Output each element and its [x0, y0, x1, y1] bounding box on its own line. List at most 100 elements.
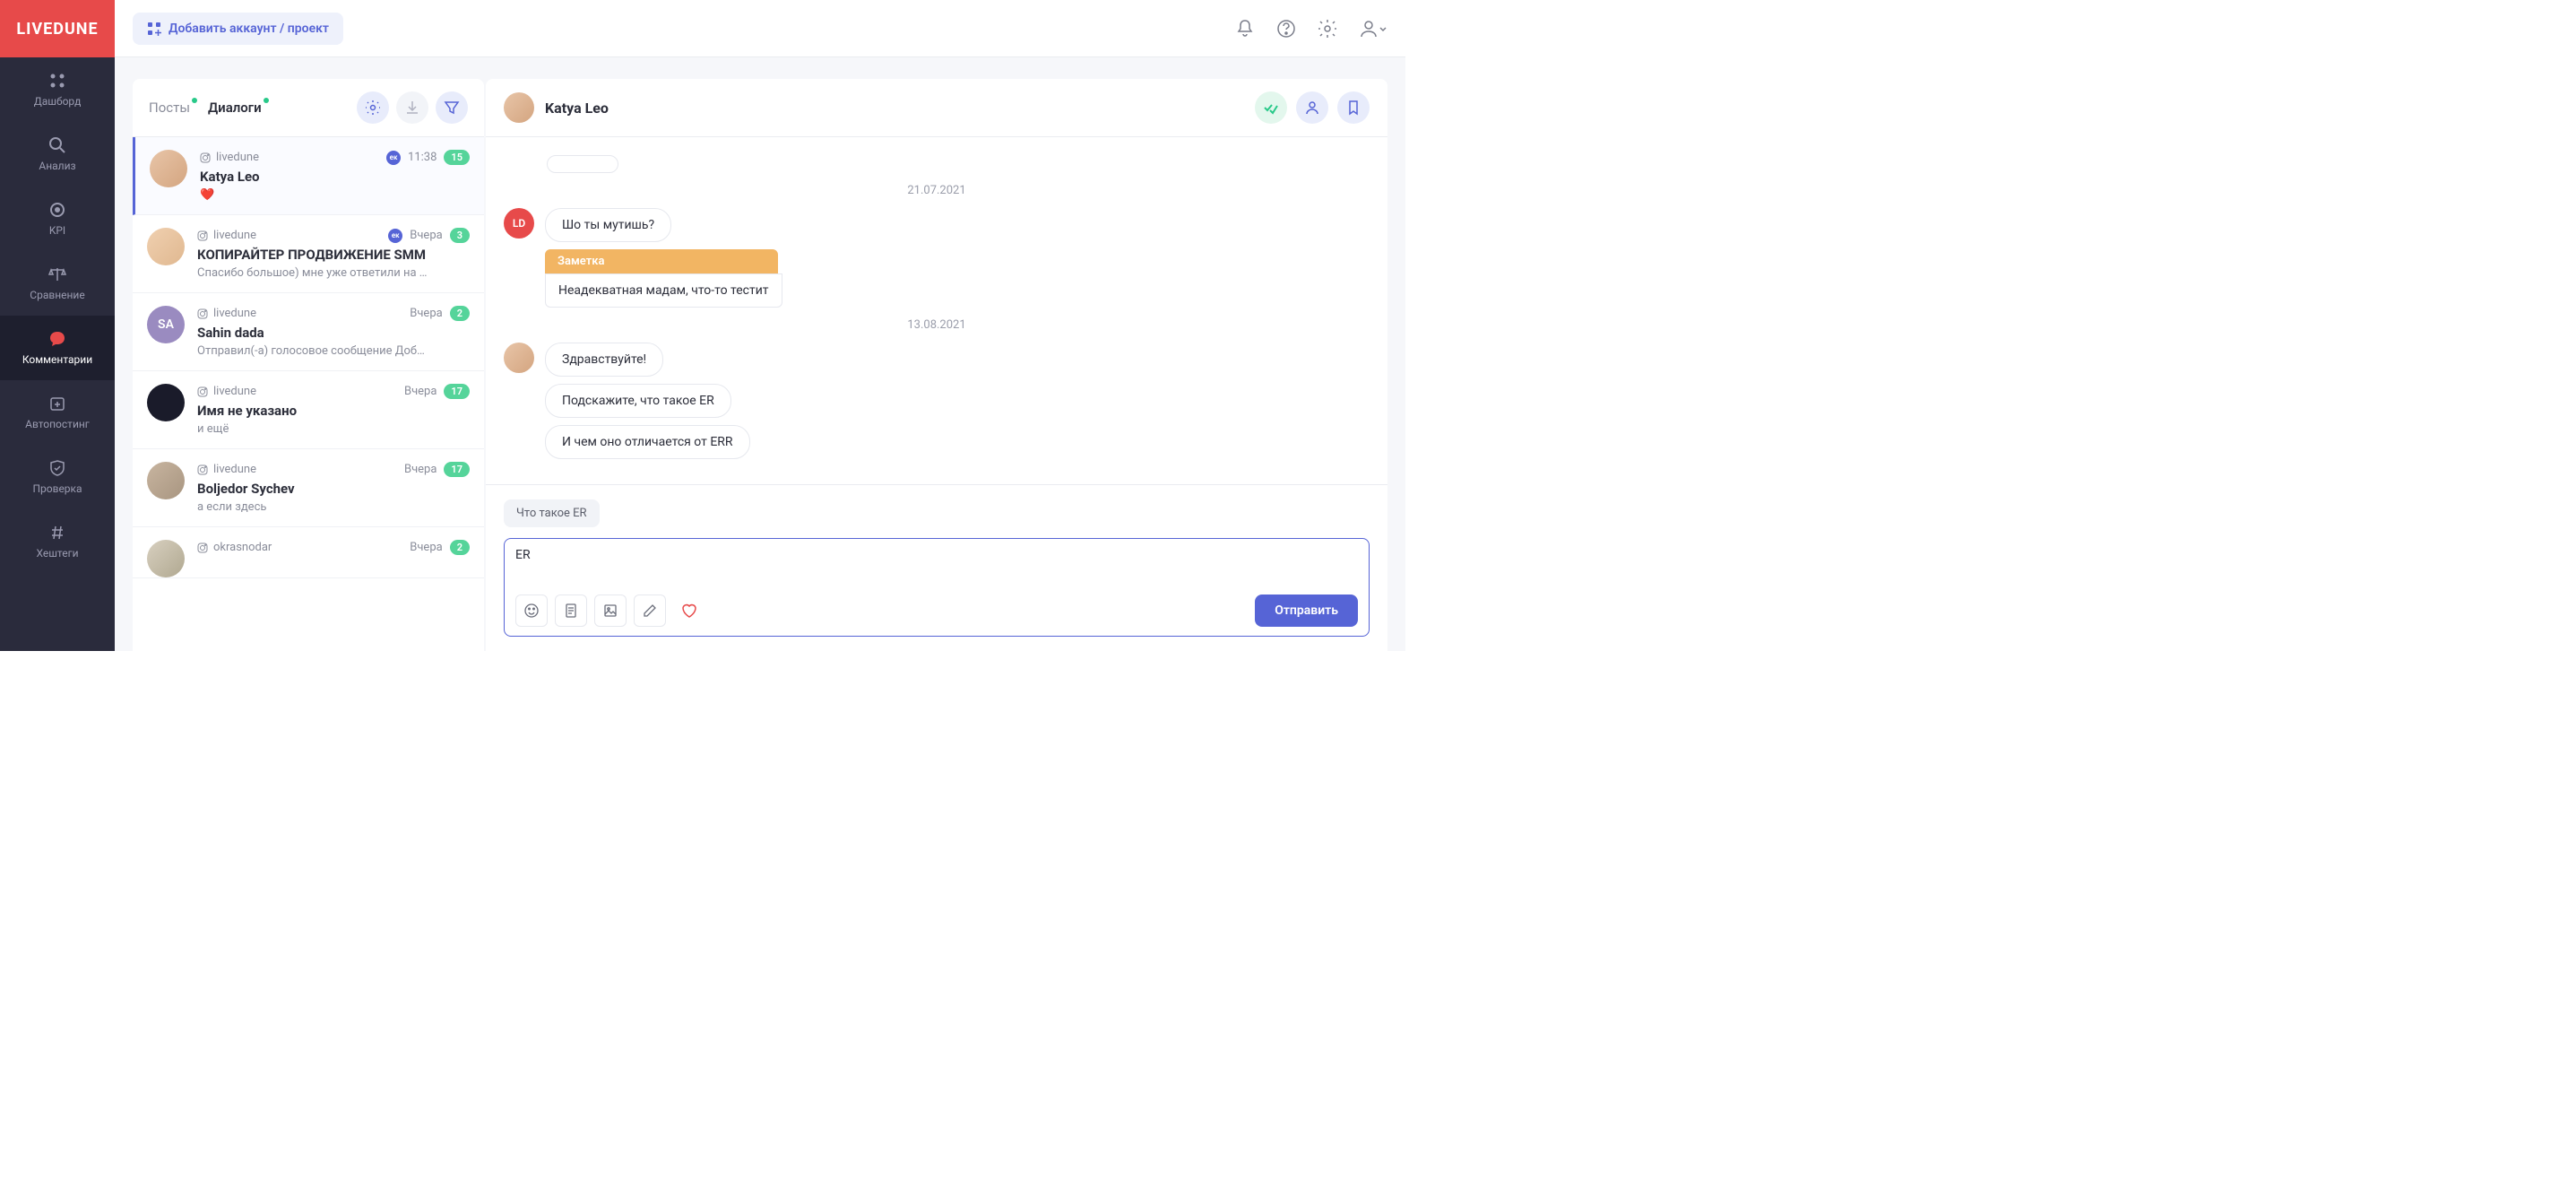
- nav-label: Комментарии: [22, 353, 92, 366]
- nav-autoposting[interactable]: Автопостинг: [0, 380, 115, 445]
- done-icon[interactable]: [1255, 91, 1287, 124]
- dialog-item[interactable]: livedune Вчера 17 Boljedor Sychev а если…: [133, 449, 484, 527]
- unread-count: 15: [444, 150, 470, 165]
- dialog-time: Вчера: [410, 229, 442, 242]
- instagram-icon: [197, 542, 208, 553]
- bookmark-icon[interactable]: [1337, 91, 1370, 124]
- nav-label: Анализ: [39, 160, 75, 172]
- heart-icon[interactable]: [673, 594, 705, 627]
- dialog-preview: и ещё: [197, 422, 470, 436]
- dialog-time: 11:38: [408, 151, 437, 164]
- search-icon: [48, 136, 66, 154]
- chat-body[interactable]: 21.07.2021 LD Шо ты мутишь? Заметка Неад…: [486, 137, 1387, 484]
- operator-badge: ек: [386, 151, 401, 165]
- nav-label: Сравнение: [30, 289, 84, 301]
- avatar: [150, 150, 187, 187]
- dialog-item[interactable]: livedune Вчера 17 Имя не указано и ещё: [133, 371, 484, 449]
- avatar: [147, 228, 185, 265]
- account-name: livedune: [213, 307, 256, 320]
- avatar: SA: [147, 306, 185, 343]
- settings-filter-icon[interactable]: [357, 91, 389, 124]
- nav-label: Проверка: [32, 482, 82, 495]
- nav-comments[interactable]: Комментарии: [0, 316, 115, 380]
- send-button[interactable]: Отправить: [1255, 594, 1358, 627]
- operator-badge: ек: [388, 229, 402, 243]
- unread-count: 3: [450, 228, 470, 243]
- dialog-item[interactable]: okrasnodar Вчера 2: [133, 527, 484, 578]
- emoji-icon[interactable]: [515, 594, 548, 627]
- calendar-plus-icon: [48, 395, 66, 412]
- message-input[interactable]: ER: [515, 548, 1358, 584]
- dashboard-icon: [48, 72, 66, 90]
- sender-avatar: LD: [504, 208, 534, 239]
- hash-icon: [48, 524, 66, 542]
- account-name: livedune: [213, 385, 256, 398]
- message-bubble: Шо ты мутишь?: [545, 208, 671, 242]
- tab-posts[interactable]: Посты: [149, 100, 190, 116]
- scales-icon: [48, 265, 66, 283]
- edit-icon[interactable]: [634, 594, 666, 627]
- account-name: okrasnodar: [213, 541, 272, 554]
- shield-check-icon: [48, 459, 66, 477]
- nav-label: Дашборд: [34, 95, 82, 108]
- image-icon[interactable]: [594, 594, 627, 627]
- template-icon[interactable]: [555, 594, 587, 627]
- account-name: livedune: [216, 151, 259, 164]
- unread-count: 17: [444, 384, 470, 399]
- date-divider: 21.07.2021: [504, 184, 1370, 197]
- bell-icon[interactable]: [1235, 19, 1255, 39]
- note-body: Неадекватная мадам, что-то тестит: [545, 273, 782, 308]
- dialog-item[interactable]: livedune ек 11:38 15 Katya Leo ❤️: [133, 137, 484, 215]
- nav-label: KPI: [49, 224, 65, 237]
- note-label: Заметка: [545, 249, 778, 273]
- nav-analysis[interactable]: Анализ: [0, 122, 115, 187]
- dialogs-panel: Посты Диалоги livedune: [133, 79, 484, 651]
- unread-count: 2: [450, 306, 470, 321]
- logo[interactable]: LIVEDUNE: [0, 0, 115, 57]
- nav-hashtags[interactable]: Хештеги: [0, 509, 115, 574]
- chat-footer: Что такое ER ER Отправить: [486, 484, 1387, 651]
- gear-icon[interactable]: [1318, 19, 1337, 39]
- tab-dialogs[interactable]: Диалоги: [208, 100, 262, 116]
- sender-avatar: [504, 343, 534, 373]
- chat-panel: Katya Leo 21.07.2021 LD Шо ты мутишь?: [486, 79, 1387, 651]
- dialog-time: Вчера: [404, 385, 437, 398]
- dialog-time: Вчера: [410, 307, 442, 320]
- dialog-preview: ❤️: [200, 188, 470, 202]
- dialog-name: КОПИРАЙТЕР ПРОДВИЖЕНИЕ SMM: [197, 247, 470, 263]
- account-name: livedune: [213, 463, 256, 476]
- nav-label: Хештеги: [36, 547, 78, 560]
- download-icon[interactable]: [396, 91, 428, 124]
- grid-plus-icon: [147, 22, 161, 36]
- message-bubble: И чем оно отличается от ERR: [545, 425, 750, 459]
- avatar: [147, 384, 185, 421]
- dialog-item[interactable]: livedune ек Вчера 3 КОПИРАЙТЕР ПРОДВИЖЕН…: [133, 215, 484, 293]
- dialog-name: Boljedor Sychev: [197, 481, 470, 497]
- comment-icon: [48, 330, 66, 348]
- nav-check[interactable]: Проверка: [0, 445, 115, 509]
- nav-compare[interactable]: Сравнение: [0, 251, 115, 316]
- chat-contact-name: Katya Leo: [545, 100, 609, 117]
- sidebar: LIVEDUNE Дашборд Анализ KPI Сравнение Ко…: [0, 0, 115, 651]
- dialog-preview: Спасибо большое) мне уже ответили на …: [197, 266, 470, 280]
- instagram-icon: [200, 152, 211, 163]
- add-account-button[interactable]: Добавить аккаунт / проект: [133, 13, 343, 45]
- filter-icon[interactable]: [436, 91, 468, 124]
- dialog-time: Вчера: [410, 541, 442, 554]
- nav-label: Автопостинг: [25, 418, 90, 430]
- dialog-list[interactable]: livedune ек 11:38 15 Katya Leo ❤️: [133, 137, 484, 651]
- date-divider: 13.08.2021: [504, 318, 1370, 332]
- unread-count: 17: [444, 462, 470, 477]
- dialog-item[interactable]: SA livedune Вчера 2 Sahin dada: [133, 293, 484, 371]
- message-bubble: Здравствуйте!: [545, 343, 663, 377]
- assign-user-icon[interactable]: [1296, 91, 1328, 124]
- nav-kpi[interactable]: KPI: [0, 187, 115, 251]
- nav-dashboard[interactable]: Дашборд: [0, 57, 115, 122]
- user-menu[interactable]: [1359, 19, 1387, 39]
- suggestion-pill[interactable]: Что такое ER: [504, 499, 600, 527]
- help-icon[interactable]: [1276, 19, 1296, 39]
- target-icon: [48, 201, 66, 219]
- dialog-name: Имя не указано: [197, 403, 470, 419]
- account-name: livedune: [213, 229, 256, 242]
- compose-box: ER Отправить: [504, 538, 1370, 637]
